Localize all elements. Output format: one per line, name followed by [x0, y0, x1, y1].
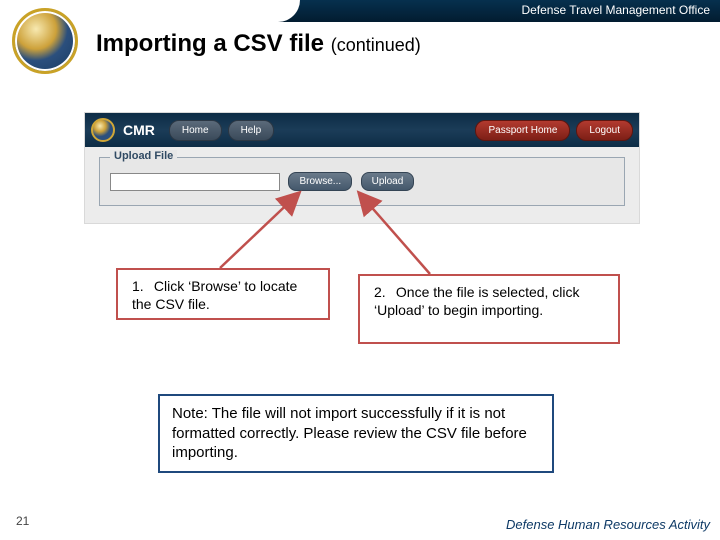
- slide-title: Importing a CSV file (continued): [96, 30, 421, 58]
- title-subtitle: (continued): [331, 35, 421, 55]
- browse-button[interactable]: Browse...: [288, 172, 352, 191]
- nav-passport-button[interactable]: Passport Home: [475, 120, 570, 141]
- slide-top-bar: Defense Travel Management Office: [0, 0, 720, 22]
- step2-number: 2.: [374, 284, 392, 302]
- app-nav-bar: CMR Home Help Passport Home Logout: [85, 113, 639, 147]
- nav-home-button[interactable]: Home: [169, 120, 222, 141]
- fieldset-legend: Upload File: [110, 150, 177, 162]
- step2-text: Once the file is selected, click ‘Upload…: [374, 284, 580, 318]
- upload-button[interactable]: Upload: [361, 172, 415, 191]
- app-screenshot: CMR Home Help Passport Home Logout Uploa…: [84, 112, 640, 224]
- dod-seal-icon: [12, 8, 78, 74]
- nav-logout-button[interactable]: Logout: [576, 120, 633, 141]
- callout-step-2: 2. Once the file is selected, click ‘Upl…: [358, 274, 620, 344]
- file-path-input[interactable]: [110, 173, 280, 191]
- upload-file-fieldset: Upload File Browse... Upload: [99, 157, 625, 206]
- callout-step-1: 1. Click ‘Browse’ to locate the CSV file…: [116, 268, 330, 320]
- app-seal-icon: [91, 118, 115, 142]
- step1-number: 1.: [132, 278, 150, 296]
- page-number: 21: [16, 514, 29, 528]
- nav-help-button[interactable]: Help: [228, 120, 275, 141]
- app-name: CMR: [123, 122, 155, 138]
- title-main: Importing a CSV file: [96, 30, 324, 57]
- note-box: Note: The file will not import successfu…: [158, 394, 554, 473]
- footer-org: Defense Human Resources Activity: [506, 517, 710, 532]
- org-label: Defense Travel Management Office: [521, 3, 710, 17]
- step1-text: Click ‘Browse’ to locate the CSV file.: [132, 278, 297, 312]
